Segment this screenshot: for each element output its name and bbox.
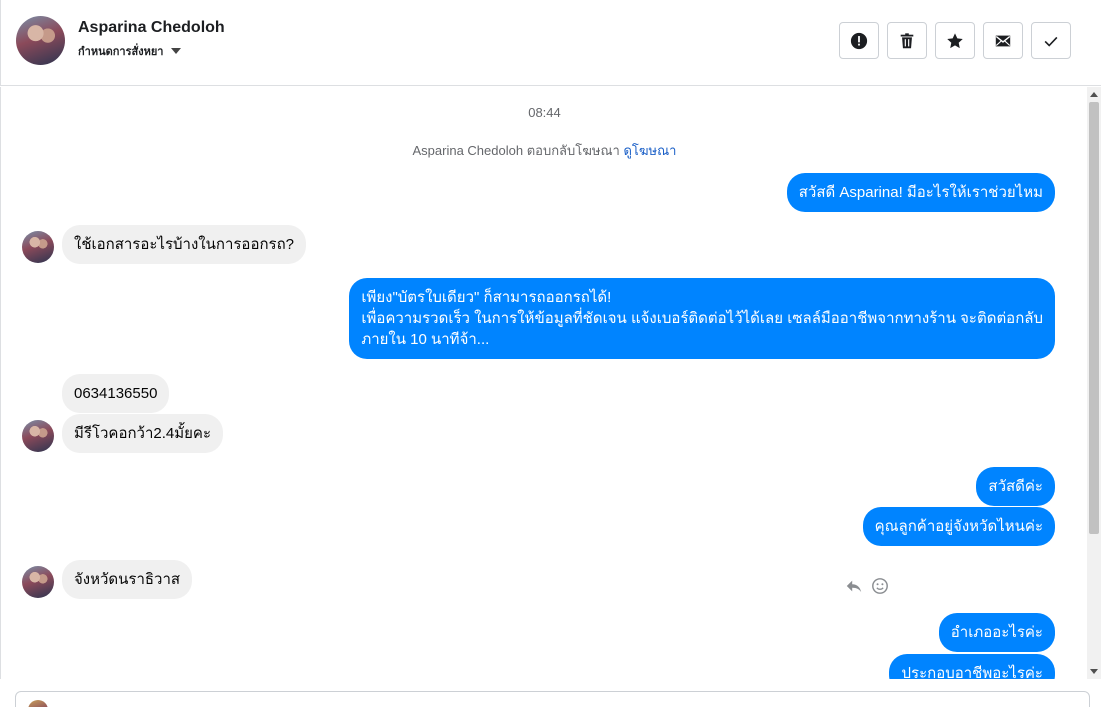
stage-dropdown[interactable]: กำหนดการสั่งหยา	[78, 42, 182, 60]
message-bubble-outgoing[interactable]: เพียง"บัตรใบเดียว" ก็สามารถออกรถได้! เพื…	[349, 278, 1055, 359]
mark-unread-button[interactable]	[983, 22, 1023, 59]
message-line: เพียง"บัตรใบเดียว" ก็สามารถออกรถได้!	[361, 289, 612, 306]
contact-avatar[interactable]	[16, 16, 65, 65]
message-actions	[845, 577, 889, 595]
trash-icon	[900, 32, 914, 48]
alert-icon	[850, 32, 868, 49]
message-bubble-outgoing[interactable]: สวัสดีค่ะ	[976, 467, 1055, 506]
check-icon	[1044, 36, 1058, 47]
message-bubble-outgoing[interactable]: สวัสดี Asparina! มีอะไรให้เราช่วยไหม	[786, 173, 1055, 212]
conversation-toolbar	[839, 22, 1071, 59]
conversation-header: Asparina Chedoloh กำหนดการสั่งหยา	[0, 0, 1101, 86]
message-thread: 08:44 Asparina Chedoloh ตอบกลับโฆษณา ดูโ…	[0, 87, 1087, 679]
contact-name[interactable]: Asparina Chedoloh	[78, 19, 225, 37]
message-bubble-incoming[interactable]: 0634136550	[62, 374, 170, 413]
ad-reply-text: Asparina Chedoloh ตอบกลับโฆษณา	[412, 143, 620, 158]
message-bubble-outgoing[interactable]: ประกอบอาชีพอะไรค่ะ	[889, 654, 1055, 679]
delete-button[interactable]	[887, 22, 927, 59]
message-line: เพื่อความรวดเร็ว ในการให้ข้อมูลที่ชัดเจน…	[361, 310, 1043, 327]
message-bubble-incoming[interactable]: มีรีโวคอกว้า2.4มั้ยคะ	[62, 414, 224, 453]
star-icon	[947, 32, 963, 48]
page-avatar	[28, 700, 48, 707]
message-composer[interactable]	[15, 691, 1090, 707]
view-ad-link[interactable]: ดูโฆษณา	[623, 143, 676, 158]
customer-avatar[interactable]	[22, 420, 54, 452]
caret-down-icon	[171, 48, 182, 54]
mark-spam-button[interactable]	[839, 22, 879, 59]
message-bubble-outgoing[interactable]: คุณลูกค้าอยู่จังหวัดไหนค่ะ	[862, 507, 1055, 546]
scroll-thumb[interactable]	[1089, 102, 1099, 534]
scroll-down-arrow-icon[interactable]	[1090, 669, 1098, 674]
scroll-up-arrow-icon[interactable]	[1090, 92, 1098, 97]
mark-done-button[interactable]	[1031, 22, 1071, 59]
envelope-icon	[995, 35, 1011, 46]
message-bubble-incoming[interactable]: จังหวัดนราธิวาส	[62, 560, 193, 599]
message-bubble-incoming[interactable]: ใช้เอกสารอะไรบ้างในการออกรถ?	[62, 225, 307, 264]
ad-reply-notice: Asparina Chedoloh ตอบกลับโฆษณา ดูโฆษณา	[1, 140, 1087, 161]
thread-scrollbar[interactable]	[1087, 87, 1101, 679]
message-timestamp: 08:44	[528, 105, 561, 120]
customer-avatar[interactable]	[22, 566, 54, 598]
emoji-reaction-icon[interactable]	[871, 577, 889, 595]
message-bubble-outgoing[interactable]: อำเภออะไรค่ะ	[938, 613, 1055, 652]
customer-avatar[interactable]	[22, 231, 54, 263]
reply-icon[interactable]	[845, 577, 863, 595]
message-line: ภายใน 10 นาทีจ้า...	[361, 331, 490, 348]
star-button[interactable]	[935, 22, 975, 59]
stage-label: กำหนดการสั่งหยา	[78, 46, 164, 58]
